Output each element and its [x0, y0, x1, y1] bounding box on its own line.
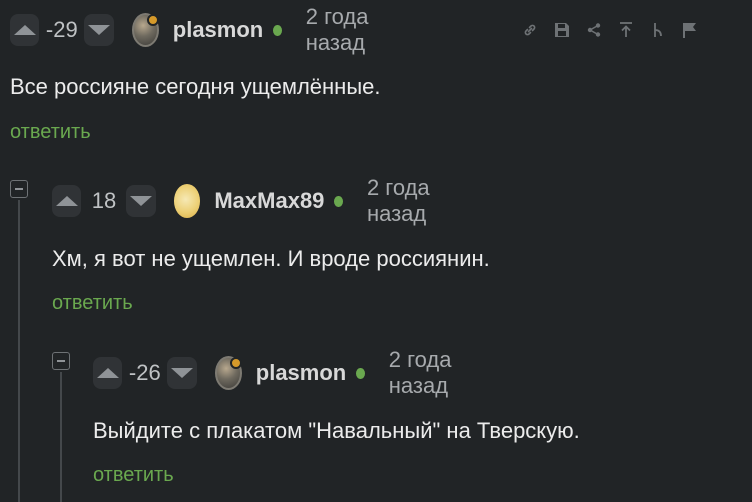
avatar-badge — [146, 14, 159, 26]
comment-rating: 18 — [91, 188, 117, 213]
thread-line[interactable] — [60, 372, 62, 502]
reply-link[interactable]: ответить — [52, 292, 133, 315]
comment-time[interactable]: 2 года назад — [306, 4, 405, 56]
downvote-button[interactable] — [84, 14, 114, 46]
minus-icon — [57, 360, 65, 362]
comment-header: -26 plasmon 2 года назад — [93, 347, 488, 398]
downvote-icon — [87, 25, 110, 35]
comment-toolbar — [514, 16, 706, 44]
comment-text: Выйдите с плакатом "Навальный" на Тверск… — [93, 418, 580, 443]
username[interactable]: MaxMax89 — [214, 188, 324, 214]
save-icon[interactable] — [546, 16, 578, 44]
minus-icon — [15, 188, 23, 190]
downvote-button[interactable] — [126, 185, 156, 217]
username[interactable]: plasmon — [173, 17, 263, 43]
online-indicator — [356, 367, 365, 379]
flag-icon[interactable] — [674, 16, 706, 44]
avatar[interactable] — [131, 13, 159, 47]
collapse-thread-button[interactable] — [10, 180, 28, 198]
comment-rating: -29 — [45, 17, 78, 42]
share-icon[interactable] — [578, 16, 610, 44]
upvote-button[interactable] — [10, 14, 40, 46]
upvote-icon — [55, 196, 78, 206]
upvote-icon — [13, 25, 36, 35]
avatar[interactable] — [173, 184, 201, 218]
comment-text: Все россияне сегодня ущемлённые. — [10, 74, 381, 99]
reply-link[interactable]: ответить — [10, 121, 91, 144]
collapse-thread-button[interactable] — [52, 352, 70, 370]
scroll-top-icon[interactable] — [610, 16, 642, 44]
avatar[interactable] — [214, 356, 242, 390]
comment-rating: -26 — [128, 360, 161, 385]
downvote-button[interactable] — [167, 357, 197, 389]
avatar-badge — [229, 357, 242, 369]
online-indicator — [273, 24, 282, 36]
upvote-button[interactable] — [93, 357, 123, 389]
comment-header: 18 MaxMax89 2 года назад — [52, 175, 466, 226]
comment-header: -29 plasmon 2 года назад — [10, 4, 405, 55]
upvote-icon — [96, 368, 119, 378]
comment-time[interactable]: 2 года назад — [367, 175, 466, 227]
branch-icon[interactable] — [642, 16, 674, 44]
comment-text: Хм, я вот не ущемлен. И вроде россиянин. — [52, 246, 490, 271]
online-indicator — [334, 195, 343, 207]
downvote-icon — [170, 368, 193, 378]
username[interactable]: plasmon — [256, 360, 346, 386]
reply-link[interactable]: ответить — [93, 464, 174, 487]
comment-time[interactable]: 2 года назад — [389, 347, 488, 399]
downvote-icon — [130, 196, 153, 206]
thread-line[interactable] — [18, 200, 20, 502]
link-icon[interactable] — [514, 16, 546, 44]
upvote-button[interactable] — [52, 185, 82, 217]
